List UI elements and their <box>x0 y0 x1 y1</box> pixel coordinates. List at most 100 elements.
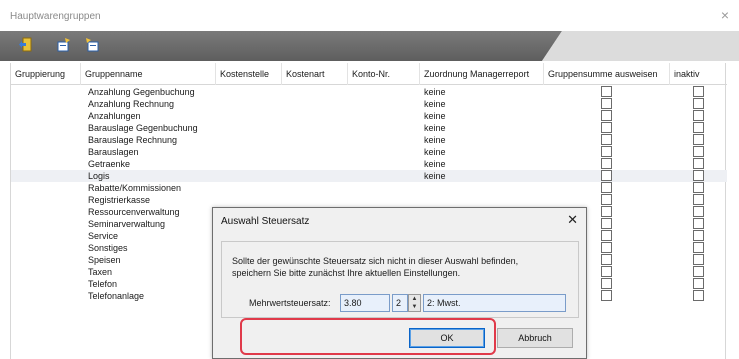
vat-rate-field[interactable]: 3.80 <box>340 294 390 312</box>
inactive-checkbox[interactable] <box>693 206 704 217</box>
sum-checkbox[interactable] <box>601 242 612 253</box>
table-row[interactable]: Anzahlung Gegenbuchung keine <box>11 86 727 98</box>
row-name: Registrierkasse <box>88 195 151 205</box>
inactive-checkbox[interactable] <box>693 194 704 205</box>
row-name: Taxen <box>88 267 113 277</box>
column-header-gruppensumme[interactable]: Gruppensumme ausweisen <box>544 63 670 85</box>
new-record-icon[interactable] <box>55 37 71 53</box>
sum-checkbox[interactable] <box>601 158 612 169</box>
inactive-checkbox[interactable] <box>693 146 704 157</box>
row-name: Anzahlungen <box>88 111 141 121</box>
vat-rate-label: Mehrwertsteuersatz: <box>249 298 331 308</box>
tax-code-spinner[interactable]: ▲ ▼ <box>408 294 421 312</box>
inactive-checkbox[interactable] <box>693 86 704 97</box>
toolbar <box>0 31 739 63</box>
column-header-gruppenname[interactable]: Gruppenname <box>81 63 216 85</box>
title-bar: Hauptwarengruppen × <box>0 0 739 30</box>
sum-checkbox[interactable] <box>601 206 612 217</box>
row-name: Barauslagen <box>88 147 139 157</box>
exit-icon[interactable] <box>18 37 34 53</box>
sum-checkbox[interactable] <box>601 266 612 277</box>
spin-down-icon[interactable]: ▼ <box>409 303 420 311</box>
table-row[interactable]: Barauslage Rechnung keine <box>11 134 727 146</box>
dialog-message-line-2: speichern Sie bitte zunächst Ihre aktuel… <box>232 268 461 278</box>
inactive-checkbox[interactable] <box>693 122 704 133</box>
table-row[interactable]: Anzahlungen keine <box>11 110 727 122</box>
grid-header: Gruppierung Gruppenname Kostenstelle Kos… <box>11 63 727 85</box>
dialog-message-line-1: Sollte der gewünschte Steuersatz sich ni… <box>232 256 519 266</box>
sum-checkbox[interactable] <box>601 278 612 289</box>
row-report: keine <box>424 159 446 169</box>
table-row[interactable]: Barauslage Gegenbuchung keine <box>11 122 727 134</box>
dialog-close-button[interactable]: ✕ <box>567 212 578 228</box>
sum-checkbox[interactable] <box>601 146 612 157</box>
row-name: Barauslage Gegenbuchung <box>88 123 198 133</box>
inactive-checkbox[interactable] <box>693 218 704 229</box>
dialog-title: Auswahl Steuersatz <box>221 216 310 227</box>
inactive-checkbox[interactable] <box>693 170 704 181</box>
new-sub-record-icon[interactable] <box>85 37 101 53</box>
row-name: Anzahlung Gegenbuchung <box>88 87 195 97</box>
table-row[interactable]: Barauslagen keine <box>11 146 727 158</box>
row-name: Speisen <box>88 255 121 265</box>
row-report: keine <box>424 135 446 145</box>
row-name: Sonstiges <box>88 243 128 253</box>
sum-checkbox[interactable] <box>601 290 612 301</box>
inactive-checkbox[interactable] <box>693 242 704 253</box>
sum-checkbox[interactable] <box>601 170 612 181</box>
row-name: Telefonanlage <box>88 291 145 301</box>
cancel-button[interactable]: Abbruch <box>497 328 573 348</box>
row-report: keine <box>424 147 446 157</box>
sum-checkbox[interactable] <box>601 182 612 193</box>
table-row-selected[interactable]: Logis keine <box>11 170 727 182</box>
inactive-checkbox[interactable] <box>693 134 704 145</box>
sum-checkbox[interactable] <box>601 98 612 109</box>
row-name: Getraenke <box>88 159 131 169</box>
sum-checkbox[interactable] <box>601 194 612 205</box>
row-name: Anzahlung Rechnung <box>88 99 175 109</box>
column-header-kostenart[interactable]: Kostenart <box>282 63 348 85</box>
row-report: keine <box>424 99 446 109</box>
inactive-checkbox[interactable] <box>693 110 704 121</box>
row-report: keine <box>424 111 446 121</box>
column-header-konto-nr[interactable]: Konto-Nr. <box>348 63 420 85</box>
inactive-checkbox[interactable] <box>693 266 704 277</box>
row-report: keine <box>424 87 446 97</box>
sum-checkbox[interactable] <box>601 134 612 145</box>
inactive-checkbox[interactable] <box>693 254 704 265</box>
column-header-inaktiv[interactable]: inaktiv <box>670 63 727 85</box>
sum-checkbox[interactable] <box>601 122 612 133</box>
sum-checkbox[interactable] <box>601 218 612 229</box>
inactive-checkbox[interactable] <box>693 182 704 193</box>
inactive-checkbox[interactable] <box>693 290 704 301</box>
window-close-button[interactable]: × <box>721 8 729 22</box>
sum-checkbox[interactable] <box>601 230 612 241</box>
inactive-checkbox[interactable] <box>693 98 704 109</box>
dialog-group-box: Sollte der gewünschte Steuersatz sich ni… <box>221 241 579 318</box>
row-name: Logis <box>88 171 110 181</box>
tax-code-field[interactable]: 2 <box>392 294 408 312</box>
sum-checkbox[interactable] <box>601 110 612 121</box>
column-header-managerreport[interactable]: Zuordnung Managerreport <box>420 63 544 85</box>
highlight-annotation <box>240 318 496 355</box>
tax-code-description: 2: Mwst. <box>423 294 566 312</box>
table-row[interactable]: Rabatte/Kommissionen <box>11 182 727 194</box>
row-name: Telefon <box>88 279 118 289</box>
inactive-checkbox[interactable] <box>693 278 704 289</box>
table-row[interactable]: Getraenke keine <box>11 158 727 170</box>
table-row[interactable]: Registrierkasse <box>11 194 727 206</box>
window-title: Hauptwarengruppen <box>10 11 101 22</box>
sum-checkbox[interactable] <box>601 86 612 97</box>
row-name: Service <box>88 231 119 241</box>
row-report: keine <box>424 171 446 181</box>
row-name: Seminarverwaltung <box>88 219 166 229</box>
inactive-checkbox[interactable] <box>693 230 704 241</box>
column-header-kostenstelle[interactable]: Kostenstelle <box>216 63 282 85</box>
row-name: Rabatte/Kommissionen <box>88 183 182 193</box>
spin-up-icon[interactable]: ▲ <box>409 295 420 303</box>
column-header-gruppierung[interactable]: Gruppierung <box>11 63 81 85</box>
row-name: Ressourcenverwaltung <box>88 207 180 217</box>
sum-checkbox[interactable] <box>601 254 612 265</box>
inactive-checkbox[interactable] <box>693 158 704 169</box>
table-row[interactable]: Anzahlung Rechnung keine <box>11 98 727 110</box>
